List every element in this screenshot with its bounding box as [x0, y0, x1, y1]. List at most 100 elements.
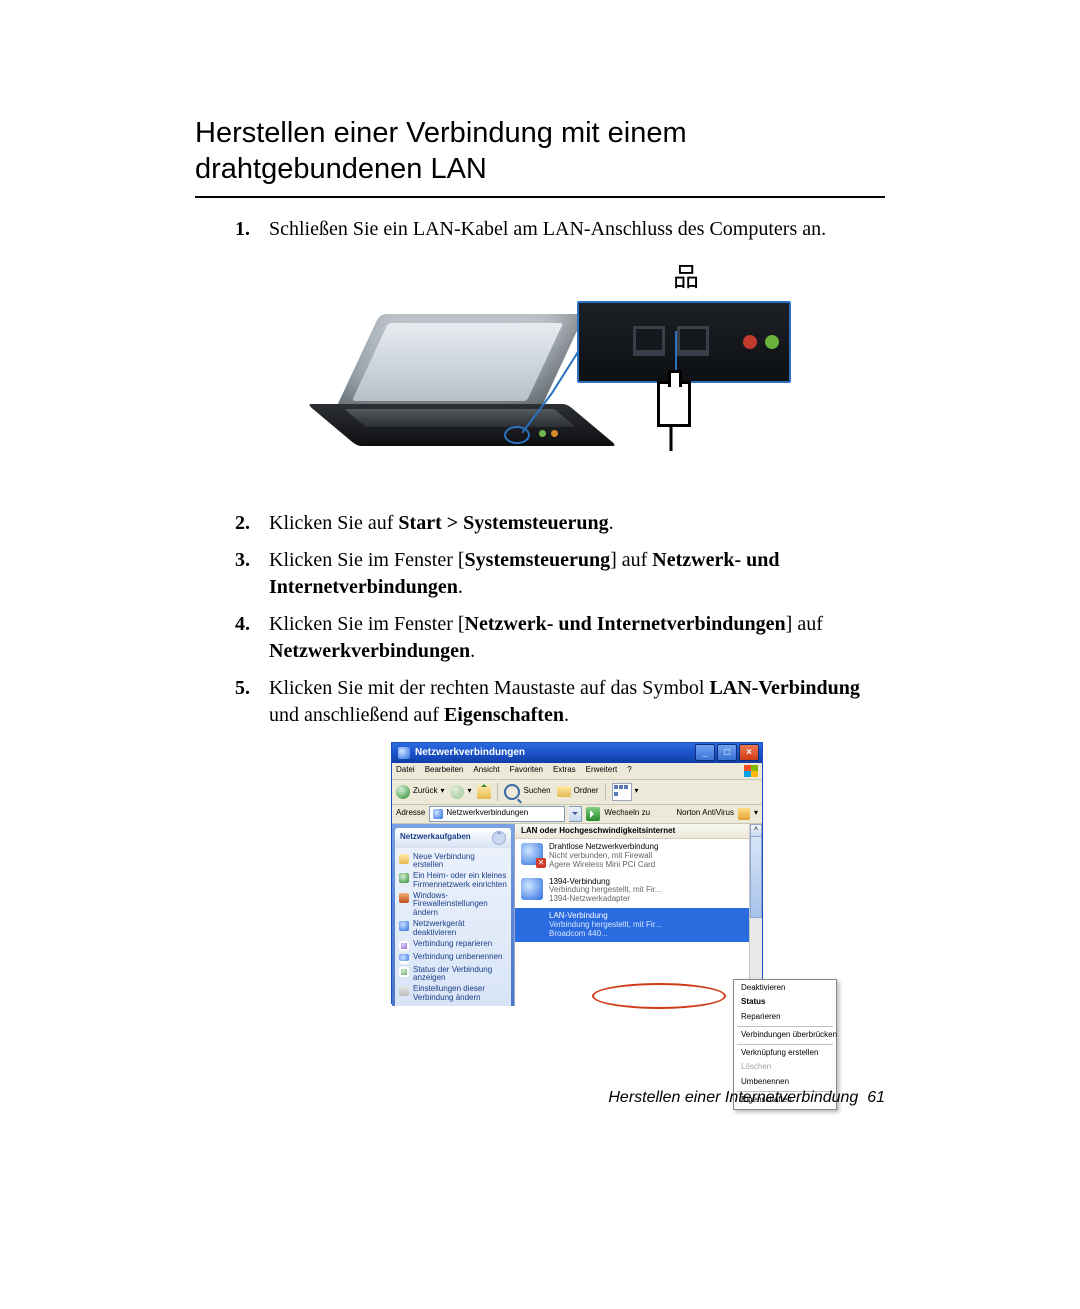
- menu-help[interactable]: ?: [627, 765, 631, 776]
- back-icon: [396, 785, 410, 799]
- step-2: 2. Klicken Sie auf Start > Systemsteueru…: [235, 510, 885, 537]
- heading-rule: [195, 196, 885, 198]
- step-5-mid1: und anschließend auf: [269, 704, 444, 726]
- network-icon: 品: [671, 265, 701, 295]
- menu-ansicht[interactable]: Ansicht: [473, 765, 499, 776]
- ctx-bridge[interactable]: Verbindungen überbrücken: [735, 1028, 835, 1043]
- ctx-shortcut[interactable]: Verknüpfung erstellen: [735, 1046, 835, 1061]
- ctx-repair[interactable]: Reparieren: [735, 1010, 835, 1025]
- task-label: Netzwerkgerät deaktivieren: [413, 920, 507, 938]
- step-1-text: Schließen Sie ein LAN-Kabel am LAN-Ansch…: [269, 218, 826, 240]
- xp-window: Netzwerkverbindungen _ □ × Datei Bearbei…: [392, 743, 762, 1003]
- task-rename[interactable]: Verbindung umbenennen: [399, 953, 507, 964]
- connection-lan[interactable]: LAN-Verbindung Verbindung hergestellt, m…: [515, 908, 762, 942]
- task-new-connection[interactable]: Neue Verbindung erstellen: [399, 853, 507, 871]
- close-button[interactable]: ×: [739, 744, 759, 761]
- maximize-button[interactable]: □: [717, 744, 737, 761]
- disable-icon: [399, 921, 409, 931]
- toolbar: Zurück▾ ▾ Suchen Ordner ▾: [392, 780, 762, 805]
- step-2-num: 2.: [235, 510, 250, 537]
- ctx-rename[interactable]: Umbenennen: [735, 1075, 835, 1090]
- wlan-adapter: Agere Wireless Mini PCI Card: [549, 861, 658, 870]
- task-label: Verbindung umbenennen: [413, 953, 502, 962]
- connection-1394[interactable]: 1394-Verbindung Verbindung hergestellt, …: [515, 874, 762, 908]
- go-label: Wechseln zu: [604, 808, 650, 819]
- ctx-delete: Löschen: [735, 1060, 835, 1075]
- ctx-separator: [737, 1026, 833, 1027]
- address-label: Adresse: [396, 808, 425, 819]
- task-label: Windows-Firewalleinstellungen ändern: [413, 892, 507, 918]
- address-value: Netzwerkverbindungen: [446, 808, 528, 819]
- menu-bearbeiten[interactable]: Bearbeiten: [425, 765, 464, 776]
- fw-adapter: 1394-Netzwerkadapter: [549, 895, 662, 904]
- task-label: Ein Heim- oder ein kleines Firmennetzwer…: [413, 872, 507, 890]
- step-2-post: .: [609, 512, 614, 534]
- footer-text: Herstellen einer Internetverbindung: [608, 1089, 858, 1106]
- address-dropdown[interactable]: [569, 806, 582, 822]
- repair-icon: [399, 941, 409, 951]
- ctx-deactivate[interactable]: Deaktivieren: [735, 981, 835, 996]
- step-2-pre: Klicken Sie auf: [269, 512, 398, 534]
- step-3-mid1: ] auf: [610, 549, 652, 571]
- minimize-button[interactable]: _: [695, 744, 715, 761]
- step-5: 5. Klicken Sie mit der rechten Maustaste…: [235, 675, 885, 1003]
- status-icon: [399, 967, 409, 977]
- dropdown-icon: ▾: [635, 786, 639, 797]
- go-button[interactable]: [586, 807, 600, 821]
- menu-favoriten[interactable]: Favoriten: [510, 765, 543, 776]
- search-button[interactable]: Suchen: [504, 784, 550, 800]
- step-5-b2: Eigenschaften: [444, 704, 564, 726]
- views-button[interactable]: ▾: [612, 783, 639, 801]
- up-button[interactable]: [477, 785, 491, 799]
- forward-button[interactable]: ▾: [450, 785, 471, 799]
- step-3-pre: Klicken Sie im Fenster [: [269, 549, 465, 571]
- folders-button[interactable]: Ordner: [557, 786, 599, 797]
- step-4-pre: Klicken Sie im Fenster [: [269, 613, 465, 635]
- menu-bar: Datei Bearbeiten Ansicht Favoriten Extra…: [392, 763, 762, 780]
- menu-erweitert[interactable]: Erweitert: [586, 765, 618, 776]
- task-home-network[interactable]: Ein Heim- oder ein kleines Firmennetzwer…: [399, 872, 507, 890]
- address-icon: [433, 809, 443, 819]
- task-firewall[interactable]: Windows-Firewalleinstellungen ändern: [399, 892, 507, 918]
- home-network-icon: [399, 873, 409, 883]
- audio-jack-red: [743, 335, 757, 349]
- step-4-post: .: [470, 640, 475, 662]
- task-properties[interactable]: Einstellungen dieser Verbindung ändern: [399, 985, 507, 1003]
- forward-icon: [450, 785, 464, 799]
- tasks-panel-head[interactable]: Netzwerkaufgaben ˆ: [395, 828, 511, 848]
- side-audio-orange: [551, 430, 558, 437]
- task-repair[interactable]: Verbindung reparieren: [399, 940, 507, 951]
- back-label: Zurück: [413, 786, 437, 797]
- task-disable-device[interactable]: Netzwerkgerät deaktivieren: [399, 920, 507, 938]
- step-5-b1: LAN-Verbindung: [709, 677, 859, 699]
- new-connection-icon: [399, 854, 409, 864]
- task-status[interactable]: Status der Verbindung anzeigen: [399, 966, 507, 984]
- task-label: Verbindung reparieren: [413, 940, 492, 949]
- menu-extras[interactable]: Extras: [553, 765, 576, 776]
- audio-jack-green: [765, 335, 779, 349]
- xp-titlebar: Netzwerkverbindungen _ □ ×: [392, 743, 762, 763]
- side-audio-green: [539, 430, 546, 437]
- ctx-separator: [737, 1044, 833, 1045]
- step-4-mid1: ] auf: [786, 613, 823, 635]
- address-field[interactable]: Netzwerkverbindungen: [429, 806, 565, 822]
- address-bar: Adresse Netzwerkverbindungen Wechseln zu…: [392, 805, 762, 824]
- task-label: Einstellungen dieser Verbindung ändern: [413, 985, 507, 1003]
- windows-logo-icon: [744, 765, 758, 777]
- connection-wlan[interactable]: Drahtlose Netzwerkverbindung Nicht verbu…: [515, 839, 762, 873]
- back-button[interactable]: Zurück▾: [396, 785, 444, 799]
- task-label: Neue Verbindung erstellen: [413, 853, 507, 871]
- step-3-num: 3.: [235, 547, 250, 574]
- lan-adapter: Broadcom 440...: [549, 930, 662, 939]
- tasks-panel: Netzwerkaufgaben ˆ Neue Verbindung erste…: [395, 828, 511, 1006]
- scroll-thumb[interactable]: [750, 836, 762, 918]
- menu-datei[interactable]: Datei: [396, 765, 415, 776]
- collapse-icon[interactable]: ˆ: [492, 831, 506, 845]
- step-3-b1: Systemsteuerung: [465, 549, 611, 571]
- steps-list: 1. Schließen Sie ein LAN-Kabel am LAN-An…: [195, 216, 885, 1003]
- ctx-status[interactable]: Status: [735, 995, 835, 1010]
- rename-icon: [399, 954, 409, 964]
- step-4: 4. Klicken Sie im Fenster [Netzwerk- und…: [235, 611, 885, 665]
- search-label: Suchen: [523, 786, 550, 797]
- port-highlight-circle: [504, 426, 530, 444]
